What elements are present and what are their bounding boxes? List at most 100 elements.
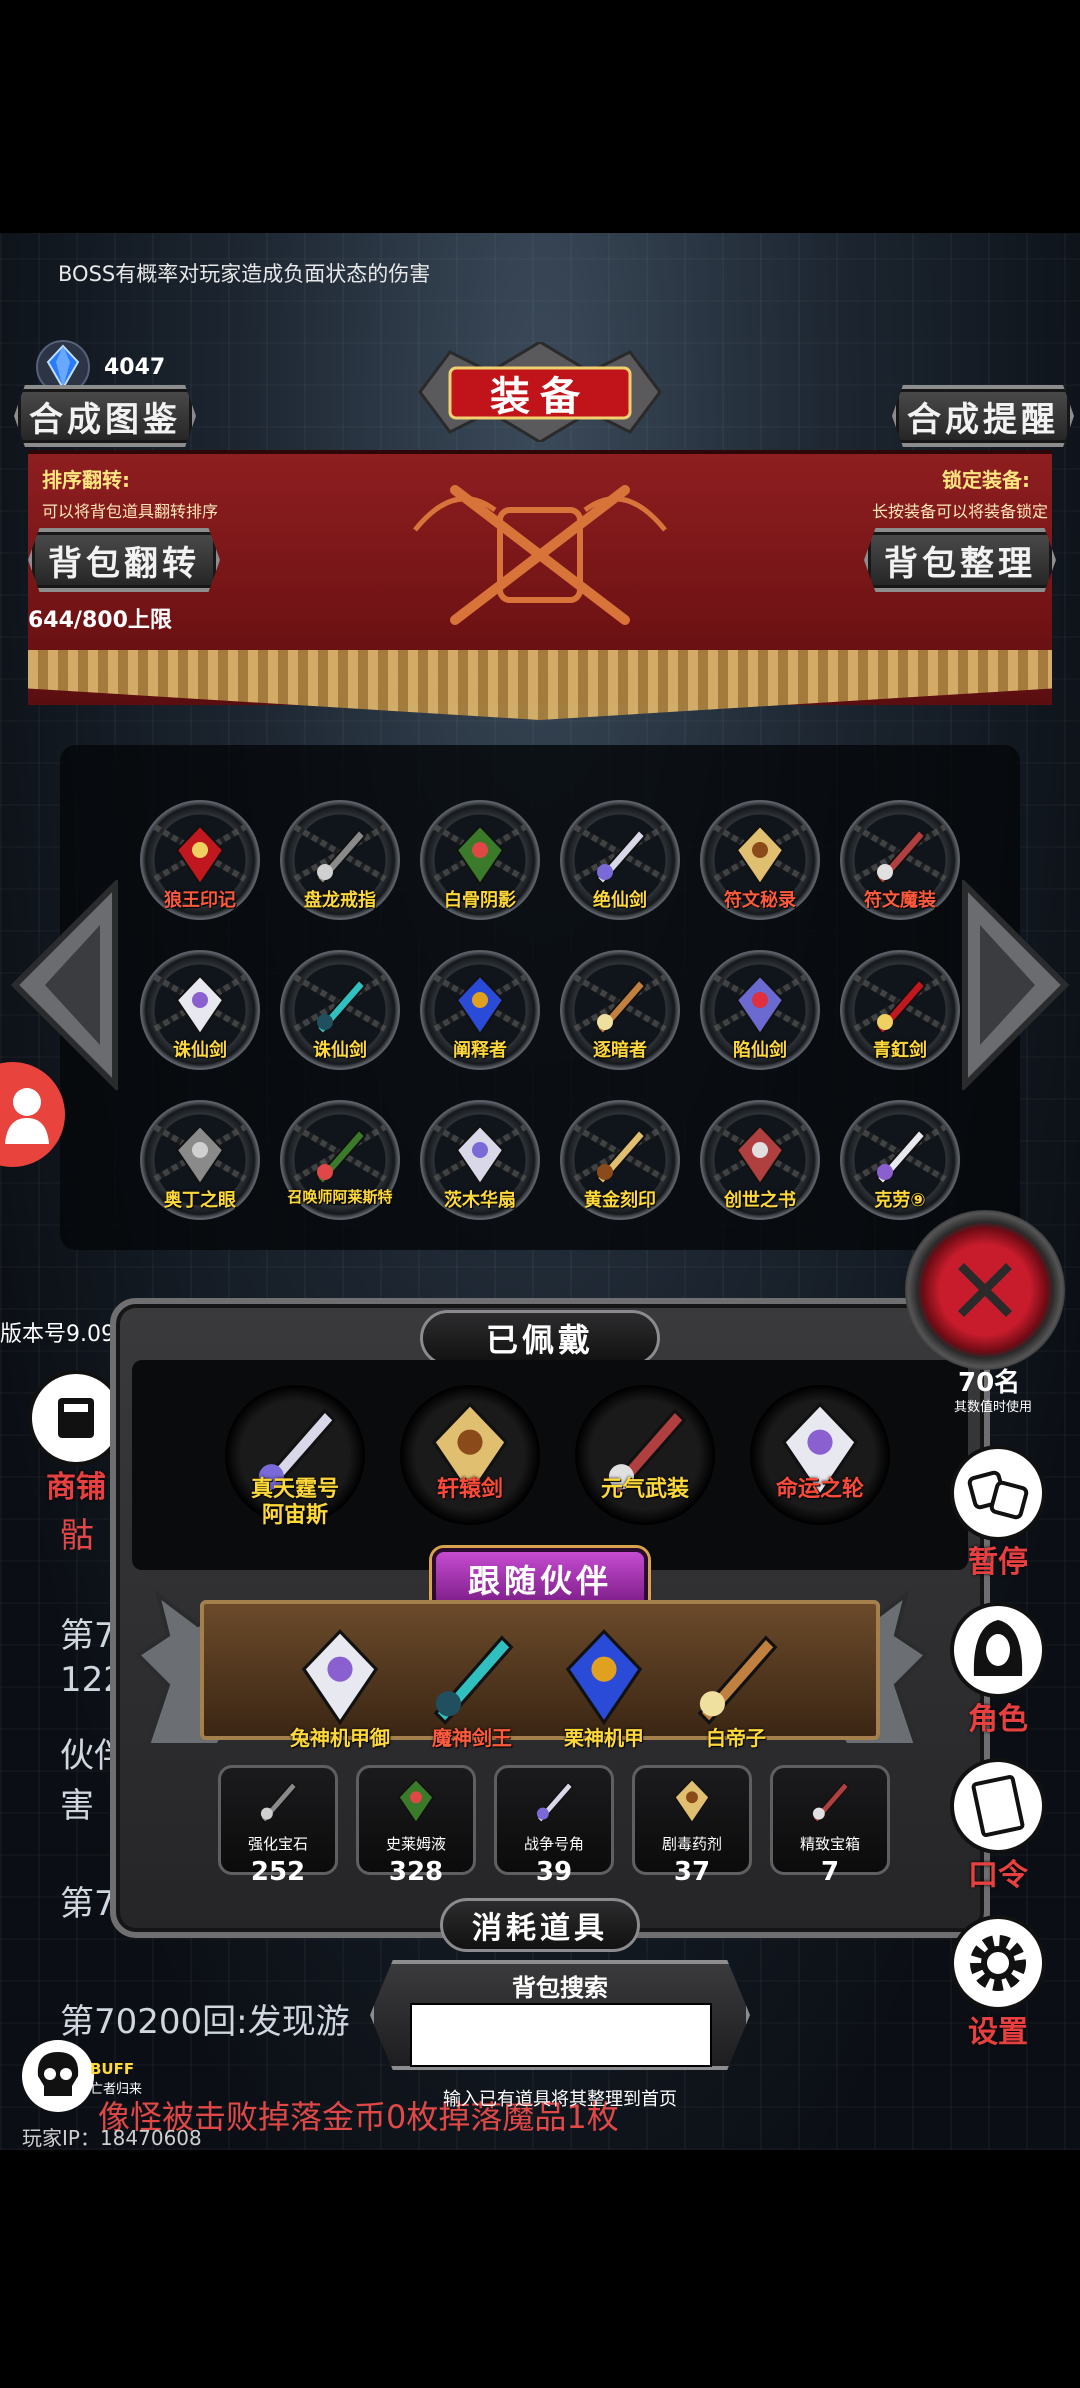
item-name: 狼王印记 bbox=[164, 890, 236, 911]
consumable-item[interactable]: 强化宝石 252 bbox=[218, 1765, 338, 1895]
item-name: 陷仙剑 bbox=[733, 1040, 787, 1061]
synthesis-codex-button[interactable]: 合成图鉴 bbox=[14, 385, 196, 447]
item-name: 黄金刻印 bbox=[584, 1190, 656, 1211]
close-button[interactable] bbox=[905, 1210, 1065, 1370]
equipped-item[interactable]: 元气武装 bbox=[575, 1385, 715, 1525]
consumable-count: 7 bbox=[820, 1857, 840, 1887]
bag-reverse-button[interactable]: 背包翻转 bbox=[28, 528, 220, 592]
pause-button[interactable]: 暂停 bbox=[950, 1445, 1046, 1585]
companion-item[interactable]: 栗神机甲 bbox=[539, 1618, 669, 1750]
player-ip: 玩家IP：18470608 bbox=[22, 2126, 202, 2150]
consumable-item[interactable]: 史莱姆液 328 bbox=[356, 1765, 476, 1895]
synthesis-reminder-button[interactable]: 合成提醒 bbox=[892, 385, 1074, 447]
status-area-bottom bbox=[0, 2150, 1080, 2388]
inventory-item[interactable]: 陷仙剑 bbox=[700, 950, 820, 1080]
version-label: 版本号9.09 bbox=[0, 1322, 115, 1347]
code-button[interactable]: 口令 bbox=[950, 1758, 1046, 1898]
consumable-art-icon bbox=[390, 1775, 442, 1827]
item-art-icon bbox=[865, 970, 935, 1040]
consumable-name: 史莱姆液 bbox=[385, 1835, 446, 1853]
item-art-icon bbox=[165, 1120, 235, 1190]
inventory-item[interactable]: 茨木华扇 bbox=[420, 1100, 540, 1230]
skull-icon[interactable] bbox=[22, 2040, 94, 2112]
companion-art-icon bbox=[681, 1622, 791, 1732]
settings-label: 设置 bbox=[968, 2015, 1028, 2050]
bag-capacity: 644/800上限 bbox=[28, 608, 172, 633]
inventory-item[interactable]: 狼王印记 bbox=[140, 800, 260, 930]
item-art-icon bbox=[865, 820, 935, 890]
status-area-top bbox=[0, 0, 1080, 233]
inventory-item[interactable]: 逐暗者 bbox=[560, 950, 680, 1080]
book-icon bbox=[950, 1758, 1046, 1854]
consumable-count: 37 bbox=[673, 1857, 711, 1887]
inventory-item[interactable]: 盘龙戒指 bbox=[280, 800, 400, 930]
dice-icon bbox=[950, 1445, 1046, 1541]
pause-label: 暂停 bbox=[968, 1545, 1028, 1580]
item-name: 绝仙剑 bbox=[593, 890, 647, 911]
inventory-item[interactable]: 符文魔装 bbox=[840, 800, 960, 930]
user-icon bbox=[5, 1088, 49, 1144]
item-art-icon bbox=[445, 970, 515, 1040]
consumable-name: 剧毒药剂 bbox=[661, 1835, 722, 1853]
item-name: 克劳⑨ bbox=[874, 1190, 926, 1211]
companion-item[interactable]: 魔神剑王 bbox=[407, 1618, 537, 1750]
companion-art-icon bbox=[285, 1622, 395, 1732]
consumable-count: 328 bbox=[388, 1857, 444, 1887]
consumable-item[interactable]: 剧毒药剂 37 bbox=[632, 1765, 752, 1895]
item-art-icon bbox=[165, 820, 235, 890]
inventory-item[interactable]: 黄金刻印 bbox=[560, 1100, 680, 1230]
bag-organize-button[interactable]: 背包整理 bbox=[864, 528, 1056, 592]
equipped-item[interactable]: 轩辕剑 bbox=[400, 1385, 540, 1525]
inventory-item[interactable]: 克劳⑨ bbox=[840, 1100, 960, 1230]
item-name: 诛仙剑 bbox=[313, 1040, 367, 1061]
consumable-item[interactable]: 精致宝箱 7 bbox=[770, 1765, 890, 1895]
item-art-icon bbox=[445, 820, 515, 890]
buff-sub: 亡者归来 bbox=[90, 2082, 143, 2097]
inventory-item[interactable]: 符文秘录 bbox=[700, 800, 820, 930]
inventory-item[interactable]: 奥丁之眼 bbox=[140, 1100, 260, 1230]
inventory-item[interactable]: 创世之书 bbox=[700, 1100, 820, 1230]
settings-button[interactable]: 设置 bbox=[950, 1915, 1046, 2055]
next-page-arrow[interactable] bbox=[960, 880, 1070, 1090]
item-name: 青釭剑 bbox=[873, 1040, 927, 1061]
role-label: 角色 bbox=[968, 1702, 1028, 1737]
role-button[interactable]: 角色 bbox=[950, 1602, 1046, 1742]
inventory-item[interactable]: 诛仙剑 bbox=[280, 950, 400, 1080]
item-name: 创世之书 bbox=[724, 1190, 796, 1211]
item-art-icon bbox=[725, 820, 795, 890]
inventory-item[interactable]: 白骨阴影 bbox=[420, 800, 540, 930]
lock-desc: 长按装备可以将装备锁定 bbox=[872, 502, 1049, 521]
item-art-icon bbox=[445, 1120, 515, 1190]
gem-count: 4047 bbox=[104, 354, 166, 380]
inventory-item[interactable]: 青釭剑 bbox=[840, 950, 960, 1080]
title-ornament bbox=[418, 342, 662, 442]
inventory-item[interactable]: 阐释者 bbox=[420, 950, 540, 1080]
item-art-icon bbox=[305, 1120, 375, 1190]
consumable-count: 252 bbox=[250, 1857, 306, 1887]
consumable-name: 战争号角 bbox=[523, 1835, 584, 1853]
item-name: 奥丁之眼 bbox=[164, 1190, 236, 1211]
companion-name: 白帝子 bbox=[706, 1726, 766, 1750]
consumables-title: 消耗道具 bbox=[440, 1898, 640, 1952]
item-art-icon bbox=[585, 970, 655, 1040]
code-label: 口令 bbox=[968, 1858, 1028, 1893]
item-name: 召唤师阿莱斯特 bbox=[287, 1188, 393, 1206]
equipped-item[interactable]: 命运之轮 bbox=[750, 1385, 890, 1525]
gear-icon bbox=[950, 1915, 1046, 2011]
inventory-item[interactable]: 绝仙剑 bbox=[560, 800, 680, 930]
companion-art-icon bbox=[417, 1622, 527, 1732]
prev-page-arrow[interactable] bbox=[10, 880, 120, 1090]
item-art-icon bbox=[585, 1120, 655, 1190]
bag-search-input[interactable] bbox=[410, 2003, 712, 2067]
item-art-icon bbox=[865, 1120, 935, 1190]
equipped-item[interactable]: 真天霆号 阿宙斯 bbox=[225, 1385, 365, 1528]
companion-item[interactable]: 兔神机甲御 bbox=[275, 1618, 405, 1750]
consumable-count: 39 bbox=[535, 1857, 573, 1887]
bag-search-hint: 输入已有道具将其整理到首页 bbox=[443, 2089, 677, 2110]
item-art-icon bbox=[585, 820, 655, 890]
consumable-item[interactable]: 战争号角 39 bbox=[494, 1765, 614, 1895]
inventory-item[interactable]: 召唤师阿莱斯特 bbox=[280, 1100, 400, 1230]
inventory-item[interactable]: 诛仙剑 bbox=[140, 950, 260, 1080]
equipped-title: 已佩戴 bbox=[420, 1310, 660, 1366]
companion-item[interactable]: 白帝子 bbox=[671, 1618, 801, 1750]
